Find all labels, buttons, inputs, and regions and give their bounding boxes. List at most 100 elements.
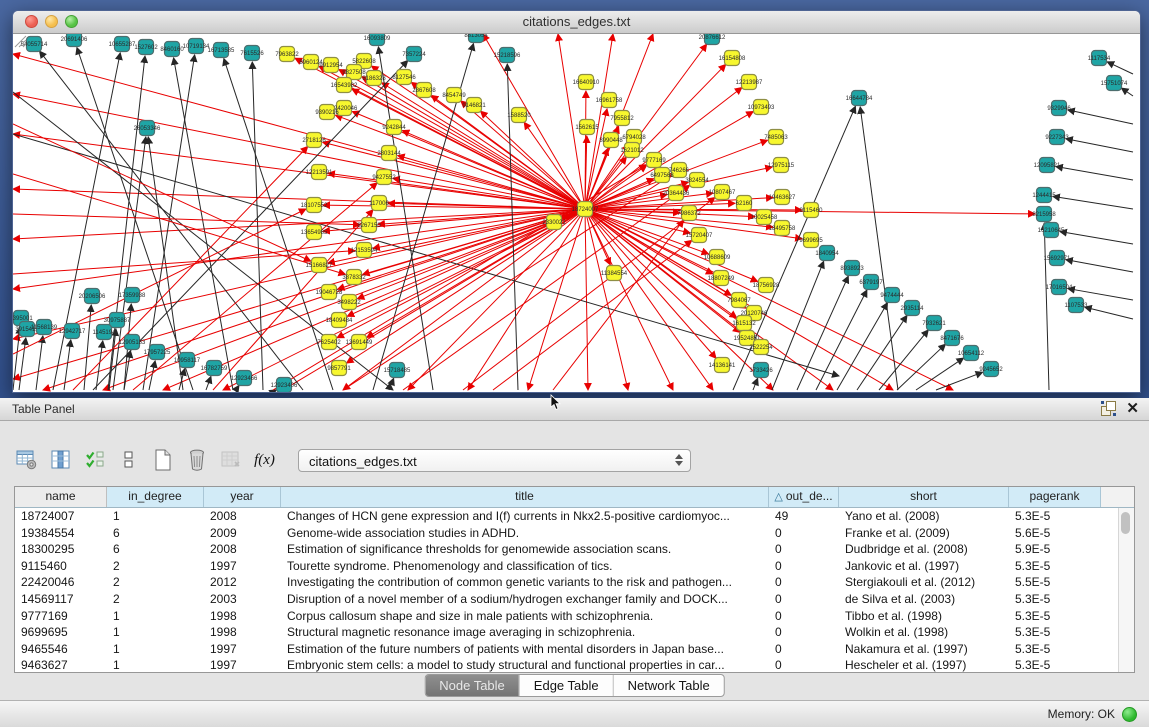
table-cell[interactable]: 9115460 bbox=[15, 558, 107, 575]
table-row[interactable]: 946362711997Embryonic stem cells: a mode… bbox=[15, 657, 1134, 673]
table-settings-icon[interactable] bbox=[14, 447, 39, 473]
close-panel-icon[interactable]: ✕ bbox=[1126, 401, 1139, 416]
table-cell[interactable]: Embryonic stem cells: a model to study s… bbox=[281, 657, 769, 673]
table-cell[interactable]: Wolkin et al. (1998) bbox=[839, 624, 1009, 641]
table-row[interactable]: 1938455462009Genome-wide association stu… bbox=[15, 525, 1134, 542]
table-cell[interactable]: 2008 bbox=[204, 541, 281, 558]
graph-edge[interactable] bbox=[1107, 62, 1133, 74]
table-cell[interactable]: 0 bbox=[769, 574, 839, 591]
table-cell[interactable]: 0 bbox=[769, 558, 839, 575]
table-cell[interactable]: Jankovic et al. (1997) bbox=[839, 558, 1009, 575]
graph-edge[interactable] bbox=[163, 209, 585, 390]
graph-edge[interactable] bbox=[19, 338, 26, 390]
table-cell[interactable]: 2 bbox=[107, 591, 204, 608]
table-cell[interactable]: 0 bbox=[769, 608, 839, 625]
table-cell[interactable]: 1 bbox=[107, 641, 204, 658]
table-cell[interactable]: 22420046 bbox=[15, 574, 107, 591]
graph-edge[interactable] bbox=[1060, 232, 1133, 244]
table-cell[interactable]: 5.6E-5 bbox=[1009, 525, 1101, 542]
table-row[interactable]: 1830029562008Estimation of significance … bbox=[15, 541, 1134, 558]
table-row[interactable]: 2242004622012Investigating the contribut… bbox=[15, 574, 1134, 591]
table-cell[interactable]: 18300295 bbox=[15, 541, 107, 558]
table-cell[interactable]: Yano et al. (2008) bbox=[839, 508, 1009, 525]
table-row[interactable]: 911546021997Tourette syndrome. Phenomeno… bbox=[15, 558, 1134, 575]
graph-edge[interactable] bbox=[797, 276, 848, 390]
function-builder-icon[interactable]: f(x) bbox=[252, 447, 277, 473]
table-cell[interactable]: 1997 bbox=[204, 558, 281, 575]
table-cell[interactable]: 5.3E-5 bbox=[1009, 558, 1101, 575]
table-row[interactable]: 977716911998Corpus callosum shape and si… bbox=[15, 608, 1134, 625]
tab-node-table[interactable]: Node Table bbox=[425, 675, 519, 696]
table-cell[interactable]: Franke et al. (2009) bbox=[839, 525, 1009, 542]
table-cell[interactable]: 9777169 bbox=[15, 608, 107, 625]
select-rows-icon[interactable] bbox=[82, 447, 107, 473]
table-cell[interactable]: 0 bbox=[769, 624, 839, 641]
column-header-year[interactable]: year bbox=[204, 487, 281, 507]
graph-edge[interactable] bbox=[936, 372, 983, 390]
table-cell[interactable]: 1998 bbox=[204, 608, 281, 625]
graph-edge[interactable] bbox=[13, 327, 20, 390]
graph-edge[interactable] bbox=[143, 55, 195, 390]
graph-edge[interactable] bbox=[13, 209, 306, 354]
tab-network-table[interactable]: Network Table bbox=[613, 675, 724, 696]
table-cell[interactable]: 6 bbox=[107, 541, 204, 558]
vertical-scrollbar[interactable] bbox=[1118, 508, 1134, 673]
table-row[interactable]: 969969511998Structural magnetic resonanc… bbox=[15, 624, 1134, 641]
column-header-indegree[interactable]: in_degree bbox=[107, 487, 204, 507]
table-cell[interactable]: 5.3E-5 bbox=[1009, 591, 1101, 608]
graph-edge[interactable] bbox=[40, 51, 303, 390]
delete-table-disabled-icon[interactable] bbox=[218, 447, 243, 473]
table-cell[interactable]: 2003 bbox=[204, 591, 281, 608]
table-cell[interactable]: Investigating the contribution of common… bbox=[281, 574, 769, 591]
graph-edge[interactable] bbox=[236, 385, 239, 390]
table-cell[interactable]: 5.3E-5 bbox=[1009, 641, 1101, 658]
table-cell[interactable]: 5.3E-5 bbox=[1009, 508, 1101, 525]
table-cell[interactable]: 5.3E-5 bbox=[1009, 608, 1101, 625]
table-cell[interactable]: 0 bbox=[769, 641, 839, 658]
graph-edge[interactable] bbox=[13, 54, 585, 209]
table-cell[interactable]: Genome-wide association studies in ADHD. bbox=[281, 525, 769, 542]
graph-edge[interactable] bbox=[1085, 307, 1133, 319]
table-cell[interactable]: 5.3E-5 bbox=[1009, 657, 1101, 673]
graph-edge[interactable] bbox=[857, 315, 907, 390]
graph-edge[interactable] bbox=[64, 340, 71, 390]
table-cell[interactable]: 9465546 bbox=[15, 641, 107, 658]
graph-edge[interactable] bbox=[879, 330, 928, 390]
table-cell[interactable]: 1 bbox=[107, 508, 204, 525]
table-cell[interactable]: Disruption of a novel member of a sodium… bbox=[281, 591, 769, 608]
graph-edge[interactable] bbox=[1121, 88, 1133, 96]
table-cell[interactable]: 9699695 bbox=[15, 624, 107, 641]
table-cell[interactable]: Hescheler et al. (1997) bbox=[839, 657, 1009, 673]
table-cell[interactable]: Estimation of the future numbers of pati… bbox=[281, 641, 769, 658]
delete-table-icon[interactable] bbox=[184, 447, 209, 473]
graph-edge[interactable] bbox=[1044, 223, 1049, 390]
graph-edge[interactable] bbox=[273, 165, 646, 390]
graph-edge[interactable] bbox=[174, 58, 233, 390]
table-cell[interactable]: Stergiakouli et al. (2012) bbox=[839, 574, 1009, 591]
table-cell[interactable]: Changes of HCN gene expression and I(f) … bbox=[281, 508, 769, 525]
graph-edge[interactable] bbox=[13, 214, 360, 225]
table-cell[interactable]: 2008 bbox=[204, 508, 281, 525]
table-cell[interactable]: 49 bbox=[769, 508, 839, 525]
graph-edge[interactable] bbox=[13, 209, 585, 339]
graph-edge[interactable] bbox=[378, 47, 433, 390]
graph-edge[interactable] bbox=[323, 205, 585, 209]
select-columns-icon[interactable] bbox=[48, 447, 73, 473]
table-cell[interactable]: 0 bbox=[769, 591, 839, 608]
graph-edge[interactable] bbox=[335, 115, 585, 209]
network-graph[interactable]: 5405571420691406106552871527602846016010… bbox=[13, 34, 1138, 392]
graph-edge[interactable] bbox=[36, 336, 43, 390]
table-row[interactable]: 1456911722003Disruption of a novel membe… bbox=[15, 591, 1134, 608]
table-cell[interactable]: 2 bbox=[107, 574, 204, 591]
table-cell[interactable]: 9463627 bbox=[15, 657, 107, 673]
table-cell[interactable]: de Silva et al. (2003) bbox=[839, 591, 1009, 608]
graph-edge[interactable] bbox=[585, 209, 588, 390]
table-cell[interactable]: 1 bbox=[107, 624, 204, 641]
table-cell[interactable]: 5.5E-5 bbox=[1009, 574, 1101, 591]
graph-edge[interactable] bbox=[328, 173, 585, 209]
table-selector-dropdown[interactable]: citations_edges.txt bbox=[298, 449, 691, 472]
table-cell[interactable]: 5.3E-5 bbox=[1009, 624, 1101, 641]
graph-edge[interactable] bbox=[916, 358, 964, 390]
table-cell[interactable]: 6 bbox=[107, 525, 204, 542]
table-cell[interactable]: 1997 bbox=[204, 657, 281, 673]
